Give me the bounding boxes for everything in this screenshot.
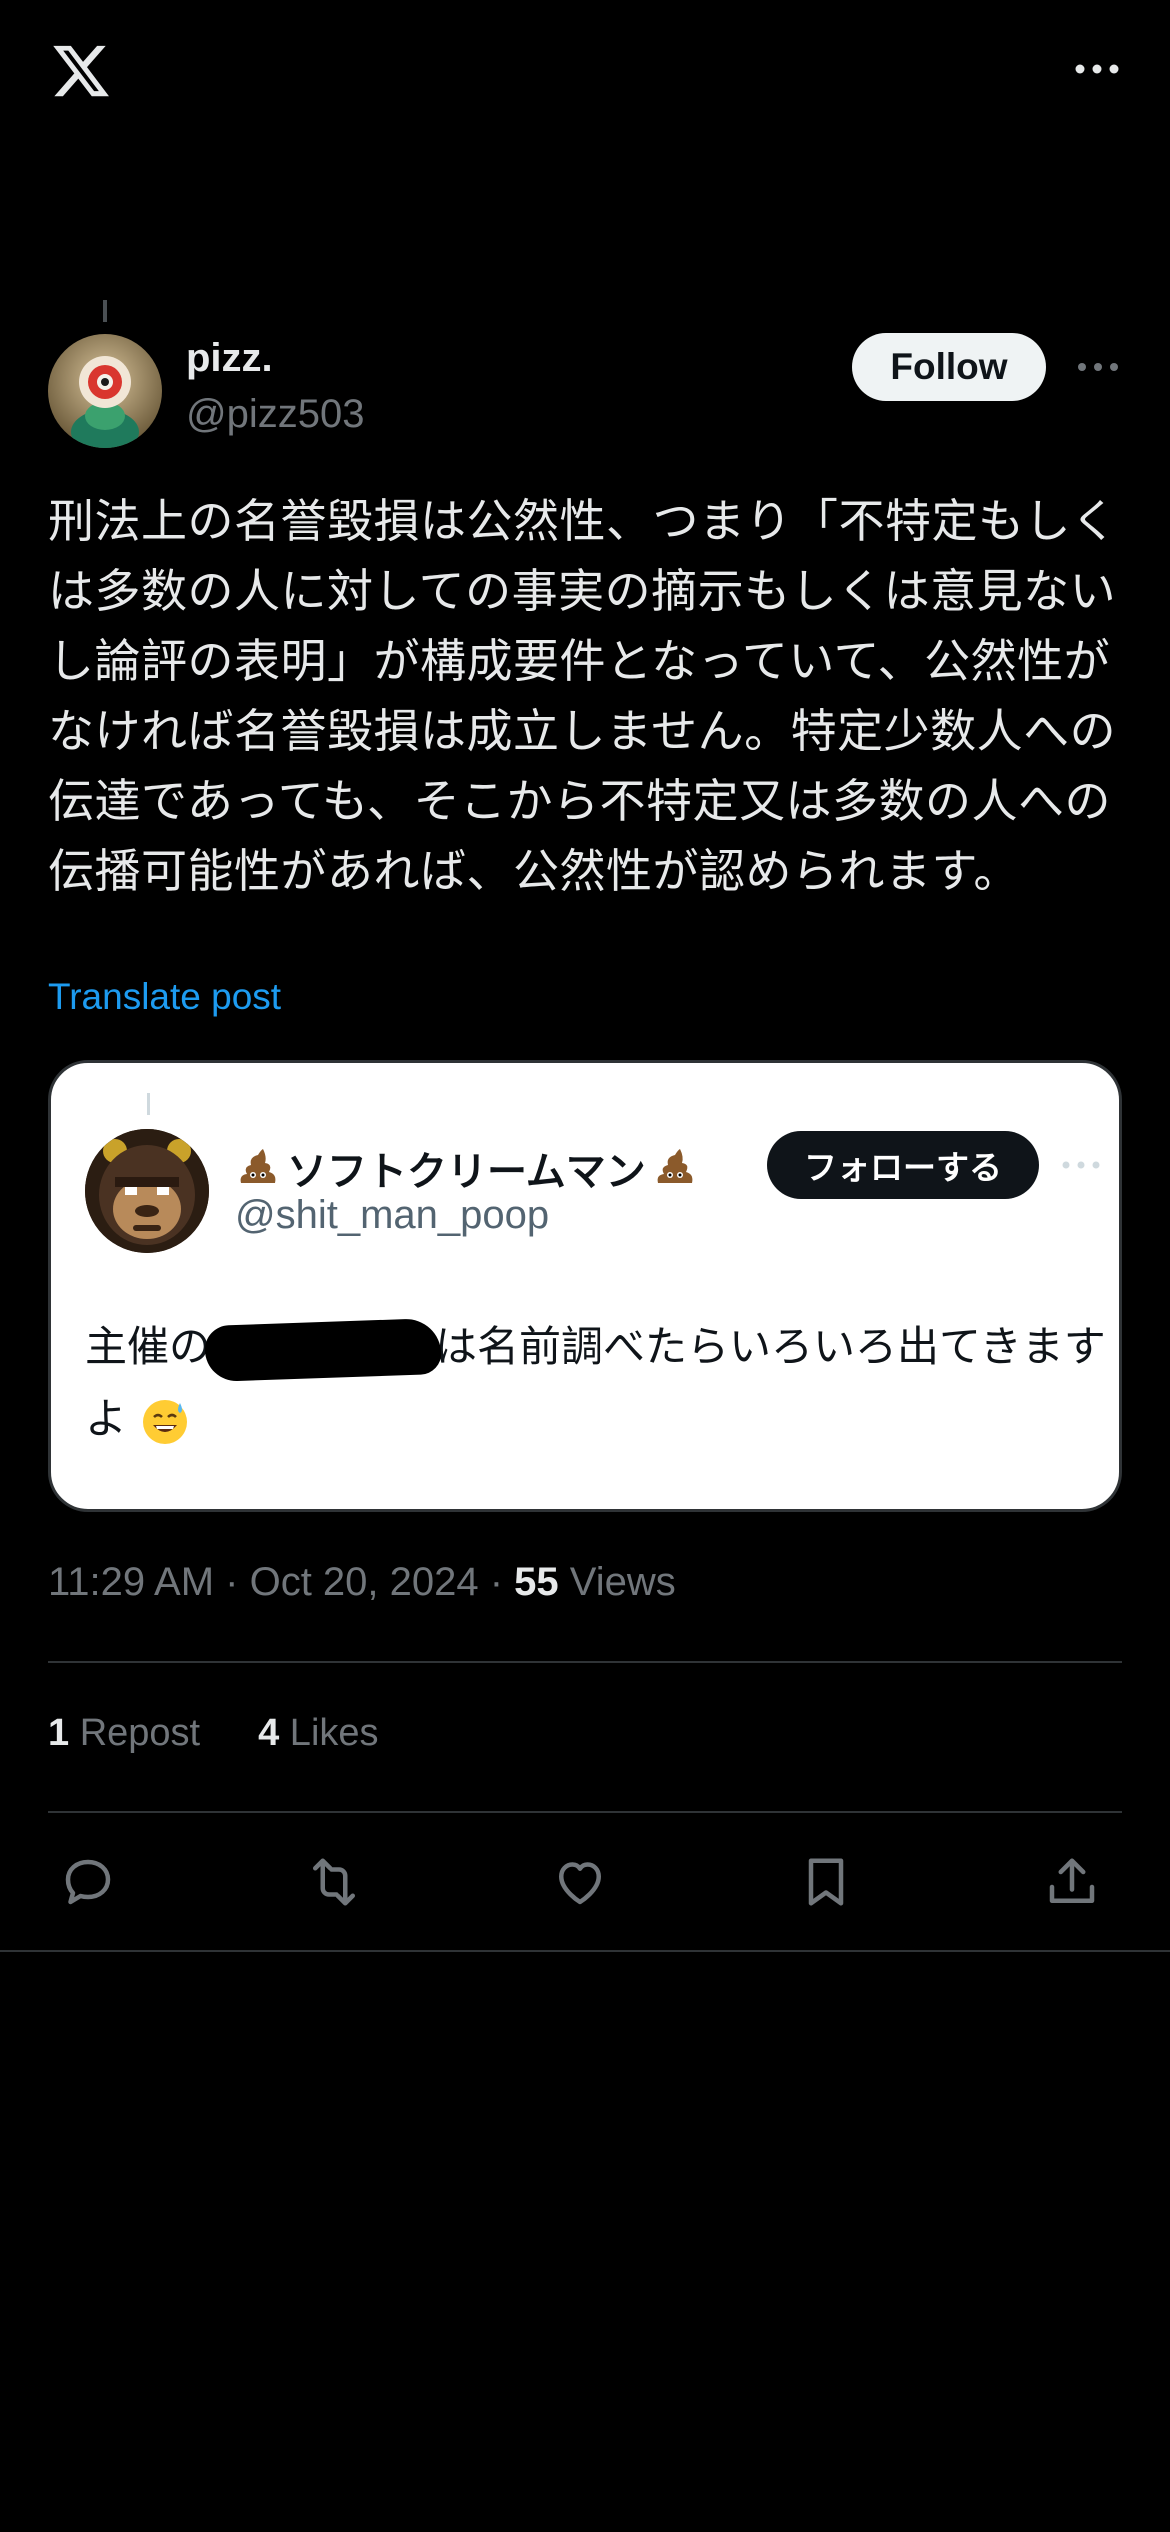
action-bar	[48, 1842, 1122, 1922]
post-detail-page: pizz. @pizz503 Follow 刑法上の名誉毀損は公然性、つまり「不…	[0, 0, 1170, 2532]
repost-icon[interactable]	[304, 1852, 364, 1912]
likes-stat[interactable]: 4 Likes	[258, 1712, 378, 1755]
sweat-smile-emoji-icon	[143, 1399, 188, 1444]
quote-author-handle: @shit_man_poop	[235, 1193, 550, 1237]
quote-text: 主催の は名前調べたらいろいろ出てきますよ	[85, 1311, 1115, 1455]
reply-icon[interactable]	[58, 1852, 118, 1912]
post-time[interactable]: 11:29 AM · Oct 20, 2024 ·	[48, 1560, 514, 1604]
author-handle[interactable]: @pizz503	[186, 392, 364, 437]
repost-count: 1	[48, 1712, 70, 1754]
quote-follow-button: フォローする	[767, 1131, 1039, 1199]
engagement-stats: 1 Repost 4 Likes	[48, 1712, 379, 1755]
more-options-icon[interactable]	[1072, 54, 1122, 84]
author-avatar[interactable]	[48, 334, 162, 448]
attached-image[interactable]: ソフトクリームマン @shit_man_poop フォローする 主催の は名前調べ…	[48, 1060, 1122, 1512]
divider	[48, 1811, 1122, 1813]
bookmark-icon[interactable]	[796, 1852, 856, 1912]
avatar-image	[48, 334, 162, 448]
quote-thread-connector	[147, 1093, 150, 1115]
post-text: 刑法上の名誉毀損は公然性、つまり「不特定もしくは多数の人に対しての事実の摘示もし…	[48, 494, 1118, 898]
share-icon[interactable]	[1042, 1852, 1102, 1912]
repost-stat[interactable]: 1 Repost	[48, 1712, 200, 1755]
thread-connector	[103, 300, 107, 322]
likes-label: Likes	[279, 1712, 379, 1754]
repost-label: Repost	[69, 1712, 201, 1754]
like-icon[interactable]	[550, 1852, 610, 1912]
quote-text-before: 主催の	[85, 1322, 212, 1371]
top-bar	[48, 36, 1122, 106]
likes-count: 4	[258, 1712, 280, 1754]
views-count: 55	[514, 1560, 559, 1604]
quote-author-name: ソフトクリームマン	[235, 1139, 698, 1197]
views-label: Views	[558, 1560, 676, 1604]
divider	[48, 1661, 1122, 1663]
redaction-mark	[204, 1317, 442, 1382]
x-logo-icon[interactable]	[48, 40, 114, 102]
post-timestamp: 11:29 AM · Oct 20, 2024 · 55 Views	[48, 1560, 676, 1605]
gorilla-avatar-image	[85, 1129, 209, 1253]
quote-author-avatar	[85, 1129, 209, 1253]
author-name[interactable]: pizz.	[186, 336, 273, 381]
poop-emoji-icon	[240, 1149, 276, 1183]
post-more-icon[interactable]	[1076, 352, 1120, 382]
poop-emoji-icon	[657, 1149, 693, 1183]
translate-link[interactable]: Translate post	[48, 976, 281, 1018]
quote-author-name-text: ソフトクリームマン	[287, 1149, 646, 1195]
follow-button[interactable]: Follow	[852, 333, 1046, 401]
divider	[0, 1950, 1170, 1952]
quote-more-icon	[1062, 1161, 1100, 1169]
